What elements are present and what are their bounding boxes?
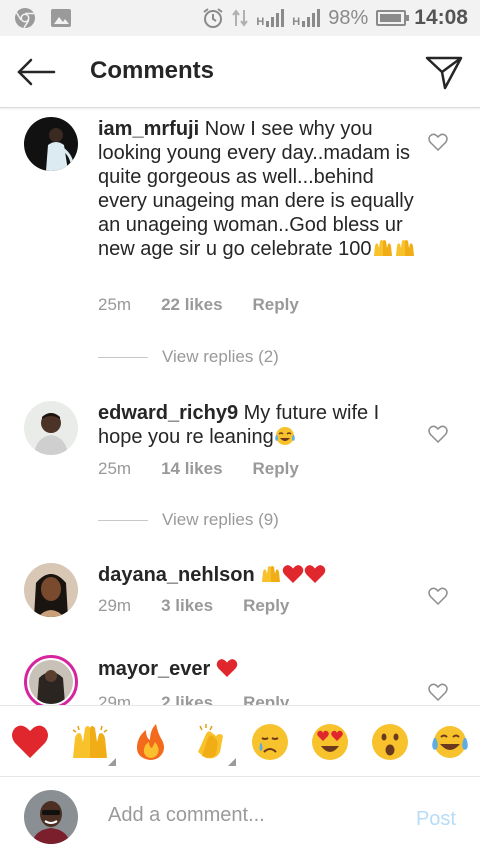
heart-eyes-icon[interactable] [310, 722, 350, 762]
view-replies-label[interactable]: View replies (9) [162, 510, 279, 530]
like-heart-icon[interactable] [428, 133, 448, 151]
skin-tone-indicator [228, 758, 236, 766]
comment-time: 25m [98, 459, 132, 478]
chrome-icon [15, 8, 35, 29]
post-button[interactable]: Post [416, 808, 456, 831]
gallery-icon [51, 9, 71, 27]
view-replies-label[interactable]: View replies (2) [162, 347, 279, 367]
page-title: Comments [90, 57, 215, 84]
avatar[interactable] [24, 401, 78, 455]
comment-time: 29m [98, 693, 132, 705]
red-heart-icon [283, 565, 304, 583]
likes-count[interactable]: 22 likes [161, 295, 222, 315]
tears-of-joy-icon [274, 427, 295, 445]
raising-hands-button[interactable] [70, 722, 116, 766]
reply-button[interactable]: Reply [243, 693, 289, 705]
tears-of-joy-icon[interactable] [430, 722, 470, 762]
comment-meta: 29m 2 likes Reply [98, 693, 289, 705]
back-arrow-icon[interactable] [14, 54, 58, 90]
like-heart-icon[interactable] [428, 683, 448, 701]
comment-meta: 25m 22 likes Reply [98, 295, 299, 315]
raising-hands-icon [395, 240, 414, 256]
direct-message-icon[interactable] [424, 53, 464, 91]
clapping-hands-button[interactable] [190, 722, 236, 766]
comment-meta: 29m 3 likes Reply [98, 596, 289, 616]
raising-hands-icon [72, 725, 108, 758]
username[interactable]: iam_mrfuji [98, 118, 199, 140]
reply-button[interactable]: Reply [253, 295, 299, 315]
red-heart-icon [305, 565, 326, 583]
red-heart-icon[interactable] [10, 722, 50, 762]
comment-input-bar: Post [0, 778, 480, 854]
header: Comments [0, 36, 480, 108]
avatar[interactable] [24, 563, 78, 617]
crying-face-icon[interactable] [250, 722, 290, 762]
clapping-hands-icon [198, 724, 223, 759]
comment-text: dayana_nehlson [98, 563, 418, 587]
signal-icon-2: H [292, 9, 321, 28]
data-transfer-icon [232, 9, 249, 27]
comment-input[interactable] [108, 804, 388, 827]
status-bar: H H 98% 14:08 [0, 0, 480, 36]
username[interactable]: edward_richy9 [98, 402, 238, 424]
comment-text: mayor_ever [98, 657, 418, 681]
reply-button[interactable]: Reply [253, 459, 299, 479]
like-heart-icon[interactable] [428, 587, 448, 605]
divider [98, 519, 148, 521]
raising-hands-icon [373, 240, 392, 256]
like-heart-icon[interactable] [428, 425, 448, 443]
likes-count[interactable]: 14 likes [161, 459, 222, 479]
likes-count[interactable]: 3 likes [161, 596, 213, 616]
signal-icon: H [256, 9, 285, 28]
view-replies[interactable]: View replies (2) [98, 347, 279, 367]
surprised-face-icon[interactable] [370, 722, 410, 762]
emoji-quick-bar [0, 705, 480, 777]
avatar-story-ring[interactable] [24, 655, 78, 705]
skin-tone-indicator [108, 758, 116, 766]
comment-list[interactable]: iam_mrfuji Now I see why you looking you… [0, 109, 480, 705]
clock: 14:08 [414, 6, 468, 29]
comment-time: 29m [98, 596, 132, 615]
view-replies[interactable]: View replies (9) [98, 510, 279, 530]
divider [98, 356, 148, 358]
red-heart-icon [216, 659, 238, 677]
username[interactable]: mayor_ever [98, 658, 210, 680]
comment-text: iam_mrfuji Now I see why you looking you… [98, 117, 418, 261]
username[interactable]: dayana_nehlson [98, 564, 255, 586]
battery-percent: 98% [328, 6, 369, 29]
comment-time: 25m [98, 295, 132, 314]
likes-count[interactable]: 2 likes [161, 693, 213, 705]
battery-icon [376, 10, 410, 26]
my-avatar [24, 790, 78, 844]
reply-button[interactable]: Reply [243, 596, 289, 616]
comment-meta: 25m 14 likes Reply [98, 459, 299, 479]
alarm-icon [203, 8, 223, 28]
raising-hands-icon [262, 566, 281, 582]
avatar[interactable] [24, 117, 78, 171]
fire-icon[interactable] [130, 722, 170, 762]
comment-text: edward_richy9 My future wife I hope you … [98, 401, 418, 449]
